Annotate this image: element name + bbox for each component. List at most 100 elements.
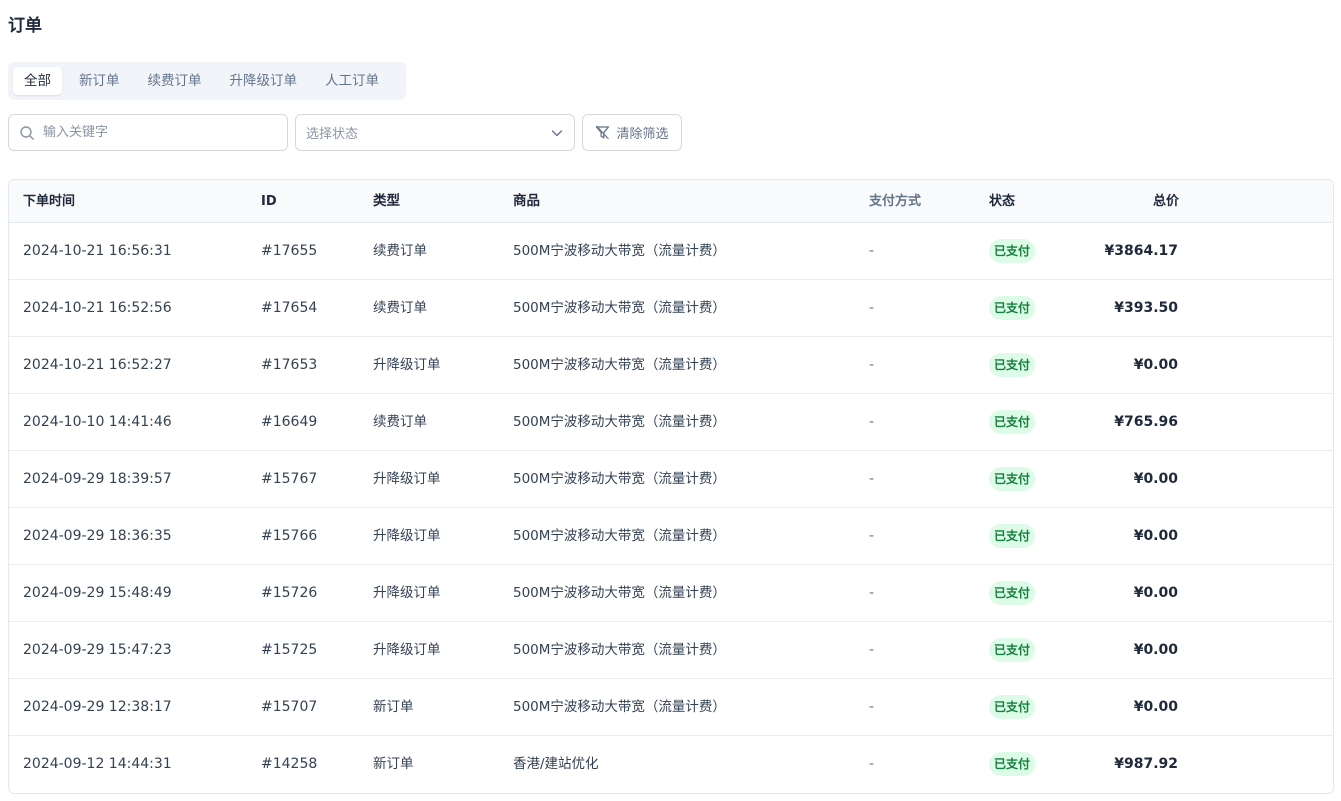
order-type: 升降级订单 [373, 585, 441, 601]
status-select[interactable]: 选择状态 [295, 114, 575, 151]
tab-manual-orders[interactable]: 人工订单 [314, 67, 390, 95]
order-total: ¥393.50 [1114, 300, 1178, 316]
order-status-cell: 已支付 [989, 736, 1036, 792]
table-row[interactable]: 2024-10-21 16:56:31 #17655 续费订单 500M宁波移动… [9, 223, 1333, 280]
order-payment-method: - [869, 471, 875, 487]
tab-renewal-orders[interactable]: 续费订单 [137, 67, 213, 95]
order-product: 500M宁波移动大带宽（流量计费） [513, 357, 726, 373]
order-payment-method: - [869, 528, 875, 544]
order-time: 2024-10-21 16:52:56 [23, 300, 172, 316]
order-payment-method: - [869, 414, 875, 430]
table-row[interactable]: 2024-09-29 15:48:49 #15726 升降级订单 500M宁波移… [9, 565, 1333, 622]
order-status-cell: 已支付 [989, 451, 1036, 507]
order-id: #17653 [261, 357, 318, 373]
order-type: 续费订单 [373, 300, 427, 316]
order-total: ¥0.00 [1133, 357, 1178, 373]
order-total: ¥987.92 [1114, 756, 1178, 772]
order-type: 升降级订单 [373, 471, 441, 487]
order-product: 500M宁波移动大带宽（流量计费） [513, 528, 726, 544]
status-select-placeholder: 选择状态 [306, 127, 359, 142]
tab-new-orders[interactable]: 新订单 [68, 67, 131, 95]
filter-clear-icon [596, 125, 610, 140]
clear-filters-label: 清除筛选 [616, 127, 669, 142]
column-header-payment[interactable]: 支付方式 [869, 180, 921, 223]
status-badge: 已支付 [989, 353, 1036, 377]
column-header-id[interactable]: ID [261, 180, 277, 223]
status-badge: 已支付 [989, 524, 1036, 548]
order-product: 500M宁波移动大带宽（流量计费） [513, 414, 726, 430]
orders-table: 下单时间 ID 类型 商品 支付方式 状态 总价 2024-10-21 16:5… [8, 179, 1334, 794]
order-total: ¥0.00 [1133, 471, 1178, 487]
order-time: 2024-10-21 16:56:31 [23, 243, 172, 259]
order-id: #15707 [261, 699, 318, 715]
order-status-cell: 已支付 [989, 223, 1036, 279]
order-time: 2024-09-29 15:47:23 [23, 642, 172, 658]
order-type: 新订单 [373, 756, 414, 772]
table-row[interactable]: 2024-09-12 14:44:31 #14258 新订单 香港/建站优化 -… [9, 736, 1333, 793]
table-header: 下单时间 ID 类型 商品 支付方式 状态 总价 [9, 180, 1333, 223]
chevron-down-icon [551, 129, 563, 136]
order-tabs: 全部 新订单 续费订单 升降级订单 人工订单 [8, 62, 406, 100]
order-product: 500M宁波移动大带宽（流量计费） [513, 300, 726, 316]
order-status-cell: 已支付 [989, 394, 1036, 450]
order-status-cell: 已支付 [989, 508, 1036, 564]
table-row[interactable]: 2024-10-21 16:52:27 #17653 升降级订单 500M宁波移… [9, 337, 1333, 394]
order-payment-method: - [869, 585, 875, 601]
order-id: #14258 [261, 756, 318, 772]
order-time: 2024-09-29 12:38:17 [23, 699, 172, 715]
order-payment-method: - [869, 642, 875, 658]
status-badge: 已支付 [989, 581, 1036, 605]
order-total: ¥0.00 [1133, 585, 1178, 601]
status-badge: 已支付 [989, 467, 1036, 491]
search-box[interactable] [8, 114, 288, 151]
column-header-time[interactable]: 下单时间 [23, 180, 75, 223]
order-status-cell: 已支付 [989, 679, 1036, 735]
order-status-cell: 已支付 [989, 280, 1036, 336]
order-product: 500M宁波移动大带宽（流量计费） [513, 243, 726, 259]
order-type: 升降级订单 [373, 357, 441, 373]
column-header-total[interactable]: 总价 [1153, 180, 1179, 223]
order-id: #17655 [261, 243, 318, 259]
order-payment-method: - [869, 357, 875, 373]
order-id: #15726 [261, 585, 318, 601]
order-type: 续费订单 [373, 243, 427, 259]
order-status-cell: 已支付 [989, 565, 1036, 621]
order-product: 500M宁波移动大带宽（流量计费） [513, 471, 726, 487]
table-row[interactable]: 2024-09-29 12:38:17 #15707 新订单 500M宁波移动大… [9, 679, 1333, 736]
order-id: #17654 [261, 300, 318, 316]
column-header-status[interactable]: 状态 [989, 180, 1015, 223]
column-header-type[interactable]: 类型 [373, 180, 400, 223]
order-total: ¥765.96 [1114, 414, 1178, 430]
order-time: 2024-09-12 14:44:31 [23, 756, 172, 772]
order-time: 2024-10-10 14:41:46 [23, 414, 172, 430]
page-title: 订单 [8, 16, 42, 36]
status-badge: 已支付 [989, 239, 1036, 263]
status-badge: 已支付 [989, 410, 1036, 434]
order-payment-method: - [869, 300, 875, 316]
order-status-cell: 已支付 [989, 337, 1036, 393]
order-id: #15767 [261, 471, 318, 487]
order-total: ¥0.00 [1133, 642, 1178, 658]
tab-all[interactable]: 全部 [13, 67, 62, 95]
clear-filters-button[interactable]: 清除筛选 [582, 114, 682, 151]
search-input[interactable] [43, 125, 263, 140]
order-time: 2024-09-29 15:48:49 [23, 585, 172, 601]
table-row[interactable]: 2024-09-29 15:47:23 #15725 升降级订单 500M宁波移… [9, 622, 1333, 679]
table-row[interactable]: 2024-10-10 14:41:46 #16649 续费订单 500M宁波移动… [9, 394, 1333, 451]
order-payment-method: - [869, 699, 875, 715]
table-row[interactable]: 2024-09-29 18:36:35 #15766 升降级订单 500M宁波移… [9, 508, 1333, 565]
search-icon [20, 125, 35, 140]
status-badge: 已支付 [989, 296, 1036, 320]
order-time: 2024-09-29 18:36:35 [23, 528, 172, 544]
status-badge: 已支付 [989, 752, 1036, 776]
order-total: ¥0.00 [1133, 699, 1178, 715]
tab-upgrade-downgrade-orders[interactable]: 升降级订单 [219, 67, 309, 95]
column-header-product[interactable]: 商品 [513, 180, 540, 223]
order-type: 升降级订单 [373, 528, 441, 544]
order-total: ¥0.00 [1133, 528, 1178, 544]
order-id: #16649 [261, 414, 318, 430]
order-time: 2024-10-21 16:52:27 [23, 357, 172, 373]
table-row[interactable]: 2024-10-21 16:52:56 #17654 续费订单 500M宁波移动… [9, 280, 1333, 337]
order-product: 500M宁波移动大带宽（流量计费） [513, 585, 726, 601]
table-row[interactable]: 2024-09-29 18:39:57 #15767 升降级订单 500M宁波移… [9, 451, 1333, 508]
